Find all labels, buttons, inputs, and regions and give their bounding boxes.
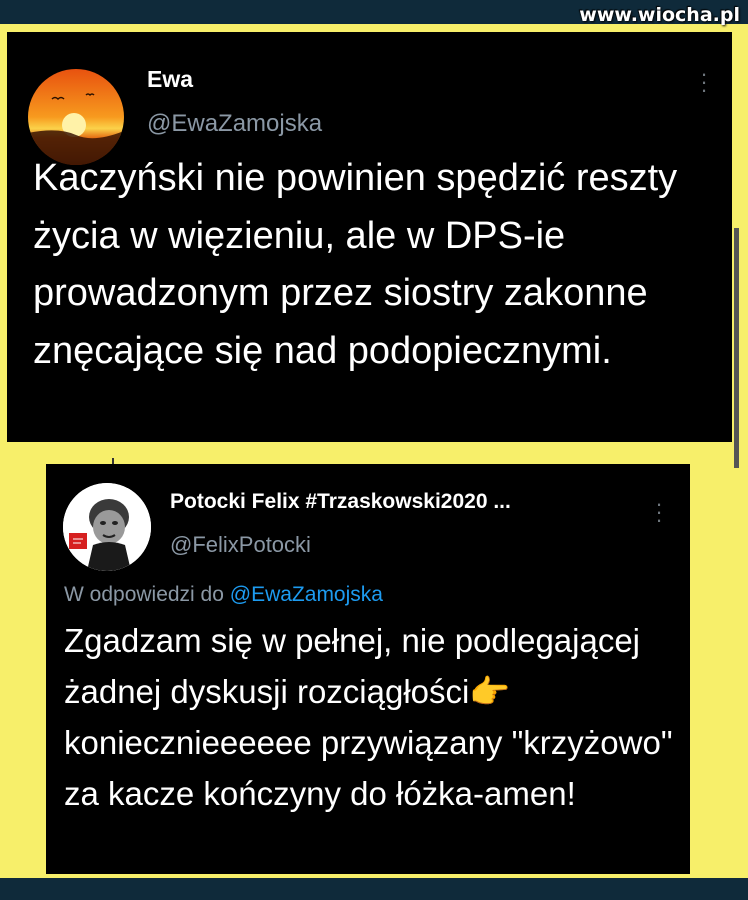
user-avatar[interactable]: [63, 483, 151, 571]
reply-tweet[interactable]: Potocki Felix #Trzaskowski2020 ... @Feli…: [46, 464, 690, 874]
more-vertical-icon[interactable]: · · ·: [699, 63, 709, 101]
tweet-text: Zgadzam się w pełnej, nie podlegającej ż…: [64, 622, 673, 812]
tweet-text: Kaczyński nie powinien spędzić reszty ży…: [33, 157, 678, 372]
reply-mention-link[interactable]: @EwaZamojska: [230, 583, 383, 606]
user-handle[interactable]: @EwaZamojska: [147, 110, 322, 138]
user-handle[interactable]: @FelixPotocki: [170, 532, 311, 558]
caricature-avatar-icon: [63, 483, 151, 571]
watermark: www.wiocha.pl: [579, 4, 740, 26]
display-name[interactable]: Potocki Felix #Trzaskowski2020 ...: [170, 490, 511, 514]
reply-prefix: W odpowiedzi do: [64, 583, 224, 606]
display-name[interactable]: Ewa: [147, 66, 193, 93]
more-vertical-icon[interactable]: · · ·: [654, 493, 664, 531]
reply-context: W odpowiedzi do @EwaZamojska: [64, 583, 383, 607]
scrollbar[interactable]: [734, 228, 739, 468]
original-tweet[interactable]: Ewa @EwaZamojska · · · Kaczyński nie powin…: [7, 32, 739, 468]
bottom-frame-bar: [0, 878, 748, 900]
